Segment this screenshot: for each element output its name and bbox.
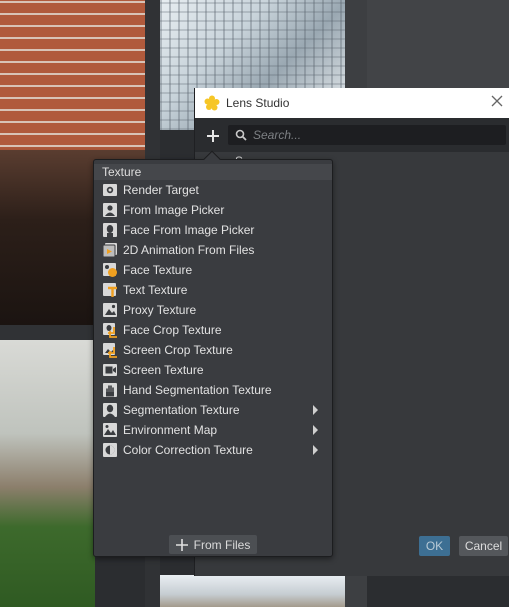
screen-crop-icon — [103, 343, 117, 358]
menu-section-header: Texture — [94, 164, 332, 180]
segmentation-icon — [103, 403, 117, 417]
face-crop-icon — [103, 323, 117, 338]
menu-item-list: Render Target From Image Picker Face Fro… — [94, 180, 332, 460]
menu-item-label: Environment Map — [123, 423, 218, 437]
ok-button[interactable]: OK — [419, 536, 450, 556]
search-box[interactable] — [228, 125, 506, 145]
plus-icon — [175, 538, 188, 551]
from-files-button[interactable]: From Files — [169, 535, 257, 554]
menu-item-2d-animation[interactable]: 2D Animation From Files — [94, 240, 332, 260]
image-picker-icon — [103, 203, 117, 217]
menu-item-label: Proxy Texture — [123, 303, 197, 317]
render-target-icon — [103, 184, 117, 196]
menu-item-color-correction-texture[interactable]: Color Correction Texture — [94, 440, 332, 460]
animation-icon — [102, 243, 117, 258]
menu-item-label: Face Texture — [123, 263, 193, 277]
menu-item-label: Segmentation Texture — [123, 403, 240, 417]
menu-item-label: Hand Segmentation Texture — [123, 383, 272, 397]
screen-texture-icon — [103, 364, 117, 376]
menu-item-label: Text Texture — [123, 283, 188, 297]
menu-item-from-image-picker[interactable]: From Image Picker — [94, 200, 332, 220]
screen: Lens Studio S exture OK Cancel Tex — [0, 0, 509, 607]
dialog-toolbar — [195, 118, 509, 152]
menu-item-text-texture[interactable]: Text Texture — [94, 280, 332, 300]
hand-segmentation-icon — [103, 383, 117, 397]
menu-item-label: Screen Texture — [123, 363, 204, 377]
background-beach-image — [160, 575, 345, 607]
search-icon — [235, 129, 247, 141]
menu-item-render-target[interactable]: Render Target — [94, 180, 332, 200]
menu-item-label: Screen Crop Texture — [123, 343, 233, 357]
chevron-right-icon — [313, 425, 318, 435]
menu-item-environment-map[interactable]: Environment Map — [94, 420, 332, 440]
texture-menu: Texture Render Target From Image Picker — [93, 150, 333, 557]
menu-item-label: 2D Animation From Files — [123, 243, 255, 257]
menu-item-proxy-texture[interactable]: Proxy Texture — [94, 300, 332, 320]
background-patio-image — [0, 340, 95, 607]
menu-item-screen-texture[interactable]: Screen Texture — [94, 360, 332, 380]
proxy-texture-icon — [103, 303, 117, 317]
face-picker-icon — [103, 223, 117, 237]
menu-item-segmentation-texture[interactable]: Segmentation Texture — [94, 400, 332, 420]
menu-item-face-texture[interactable]: Face Texture — [94, 260, 332, 280]
menu-item-label: Face Crop Texture — [123, 323, 222, 337]
add-button[interactable] — [204, 127, 222, 145]
plus-icon — [207, 130, 219, 142]
environment-map-icon — [103, 423, 117, 437]
text-texture-icon — [103, 283, 117, 297]
dialog-titlebar: Lens Studio — [195, 88, 509, 118]
cancel-button[interactable]: Cancel — [459, 536, 508, 556]
dialog-title: Lens Studio — [226, 96, 290, 110]
lens-studio-logo-icon — [204, 95, 220, 111]
menu-item-label: Face From Image Picker — [123, 223, 255, 237]
menu-item-face-crop-texture[interactable]: Face Crop Texture — [94, 320, 332, 340]
side-panel — [367, 0, 509, 88]
menu-item-screen-crop-texture[interactable]: Screen Crop Texture — [94, 340, 332, 360]
search-input[interactable] — [253, 128, 483, 142]
from-files-label: From Files — [193, 537, 251, 552]
menu-item-label: Render Target — [123, 183, 199, 197]
menu-item-label: Color Correction Texture — [123, 443, 253, 457]
chevron-right-icon — [313, 445, 318, 455]
chevron-right-icon — [313, 405, 318, 415]
close-icon[interactable] — [490, 94, 504, 108]
face-texture-icon — [103, 263, 117, 277]
menu-section-label: Texture — [102, 165, 142, 179]
color-correction-icon — [103, 443, 117, 457]
menu-item-label: From Image Picker — [123, 203, 225, 217]
menu-item-face-from-image-picker[interactable]: Face From Image Picker — [94, 220, 332, 240]
menu-item-hand-segmentation-texture[interactable]: Hand Segmentation Texture — [94, 380, 332, 400]
